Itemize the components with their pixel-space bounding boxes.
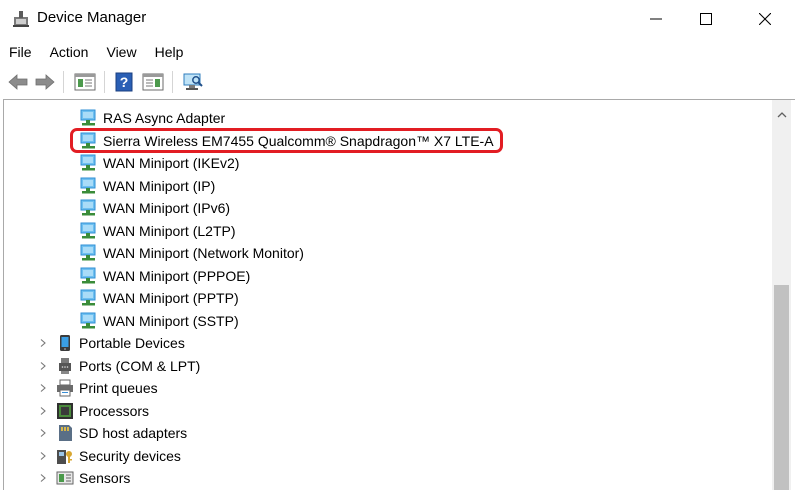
- scroll-thumb[interactable]: [774, 285, 789, 490]
- back-arrow-icon: [8, 74, 28, 90]
- tree-item-label: Print queues: [79, 380, 158, 396]
- chevron-right-icon[interactable]: [38, 338, 48, 348]
- title-bar: Device Manager: [0, 0, 796, 38]
- tree-item-label: SD host adapters: [79, 425, 188, 441]
- tree-category-print-queues[interactable]: Print queues: [36, 377, 158, 399]
- network-adapter-icon: [80, 267, 98, 285]
- tree-item-label: WAN Miniport (L2TP): [103, 223, 236, 239]
- tree-item-label: WAN Miniport (PPPOE): [103, 268, 251, 284]
- maximize-button[interactable]: [681, 0, 731, 38]
- tree-item[interactable]: WAN Miniport (IPv6): [80, 197, 230, 219]
- menu-action[interactable]: Action: [45, 40, 98, 64]
- network-adapter-icon: [80, 154, 98, 172]
- minimize-button[interactable]: [631, 0, 681, 38]
- close-button[interactable]: [740, 0, 790, 38]
- svg-text:?: ?: [120, 74, 129, 90]
- tree-item-label: Ports (COM & LPT): [79, 358, 201, 374]
- printer-icon: [57, 379, 73, 397]
- tree-item-label: Portable Devices: [79, 335, 185, 351]
- chevron-up-icon: [777, 112, 786, 118]
- forward-button[interactable]: [33, 70, 57, 94]
- tree-item[interactable]: WAN Miniport (IKEv2): [80, 152, 239, 174]
- close-icon: [759, 13, 771, 25]
- toolbar-separator: [172, 71, 173, 93]
- device-manager-icon: [13, 11, 29, 27]
- chevron-right-icon[interactable]: [38, 473, 48, 483]
- tree-item[interactable]: WAN Miniport (PPPOE): [80, 265, 250, 287]
- tree-category-sensors[interactable]: Sensors: [36, 467, 130, 489]
- tree-item[interactable]: RAS Async Adapter: [80, 107, 225, 129]
- maximize-icon: [700, 13, 712, 25]
- network-adapter-icon: [80, 244, 98, 262]
- minimize-icon: [650, 18, 662, 20]
- menu-help[interactable]: Help: [150, 40, 193, 64]
- tree-item[interactable]: WAN Miniport (PPTP): [80, 287, 239, 309]
- tree-category-security-devices[interactable]: Security devices: [36, 445, 181, 467]
- tree-category-processors[interactable]: Processors: [36, 400, 149, 422]
- scan-hardware-button[interactable]: [180, 70, 206, 94]
- tree-category-sd-host-adapters[interactable]: SD host adapters: [36, 422, 187, 444]
- tree-item-label: WAN Miniport (Network Monitor): [103, 245, 304, 261]
- tree-item-label: WAN Miniport (SSTP): [103, 313, 239, 329]
- back-button[interactable]: [6, 70, 30, 94]
- vertical-scrollbar[interactable]: [772, 100, 791, 490]
- chevron-right-icon[interactable]: [38, 428, 48, 438]
- security-device-icon: [57, 450, 72, 464]
- tree-item-label: WAN Miniport (IP): [103, 178, 216, 194]
- tree-item-label: Sensors: [79, 470, 131, 486]
- tree-item-label: Processors: [79, 403, 150, 419]
- tree-item-label: RAS Async Adapter: [103, 110, 226, 126]
- network-adapter-icon: [80, 312, 98, 330]
- device-tree[interactable]: RAS Async Adapter Sierra Wireless EM7455…: [3, 99, 795, 490]
- menu-file[interactable]: File: [4, 40, 41, 64]
- scroll-up-button[interactable]: [772, 108, 791, 122]
- port-icon: [59, 358, 71, 374]
- tree-item-label: WAN Miniport (IKEv2): [103, 155, 240, 171]
- forward-arrow-icon: [35, 74, 55, 90]
- toolbar-separator: [63, 71, 64, 93]
- tree-item-label: WAN Miniport (PPTP): [103, 290, 239, 306]
- highlight-annotation: [70, 128, 503, 153]
- help-button[interactable]: ?: [113, 70, 135, 94]
- help-icon: ?: [115, 72, 133, 92]
- processor-icon: [57, 403, 73, 419]
- network-adapter-icon: [80, 199, 98, 217]
- update-driver-icon: [142, 73, 164, 91]
- toolbar-separator: [104, 71, 105, 93]
- tree-item[interactable]: WAN Miniport (SSTP): [80, 310, 239, 332]
- tree-category-ports[interactable]: Ports (COM & LPT): [36, 355, 200, 377]
- chevron-right-icon[interactable]: [38, 383, 48, 393]
- portable-device-icon: [60, 335, 70, 351]
- sd-card-icon: [59, 425, 72, 441]
- tree-item[interactable]: WAN Miniport (Network Monitor): [80, 242, 304, 264]
- scan-hardware-icon: [183, 73, 203, 90]
- properties-icon: [74, 73, 96, 91]
- network-adapter-icon: [80, 222, 98, 240]
- tree-item-label: Security devices: [79, 448, 181, 464]
- network-adapter-icon: [80, 289, 98, 307]
- chevron-right-icon[interactable]: [38, 406, 48, 416]
- tree-item[interactable]: WAN Miniport (L2TP): [80, 220, 236, 242]
- tree-category-portable-devices[interactable]: Portable Devices: [36, 332, 185, 354]
- chevron-right-icon[interactable]: [38, 451, 48, 461]
- window-title: Device Manager: [37, 9, 147, 26]
- network-adapter-icon: [80, 177, 98, 195]
- properties-button[interactable]: [72, 70, 98, 94]
- network-adapter-icon: [80, 109, 98, 127]
- tree-item[interactable]: WAN Miniport (IP): [80, 175, 215, 197]
- menu-bar: File Action View Help: [0, 40, 192, 64]
- tree-item-label: WAN Miniport (IPv6): [103, 200, 231, 216]
- toolbar: ?: [0, 66, 796, 98]
- menu-view[interactable]: View: [101, 40, 145, 64]
- chevron-right-icon[interactable]: [38, 361, 48, 371]
- sensor-icon: [56, 471, 74, 485]
- update-driver-button[interactable]: [140, 70, 166, 94]
